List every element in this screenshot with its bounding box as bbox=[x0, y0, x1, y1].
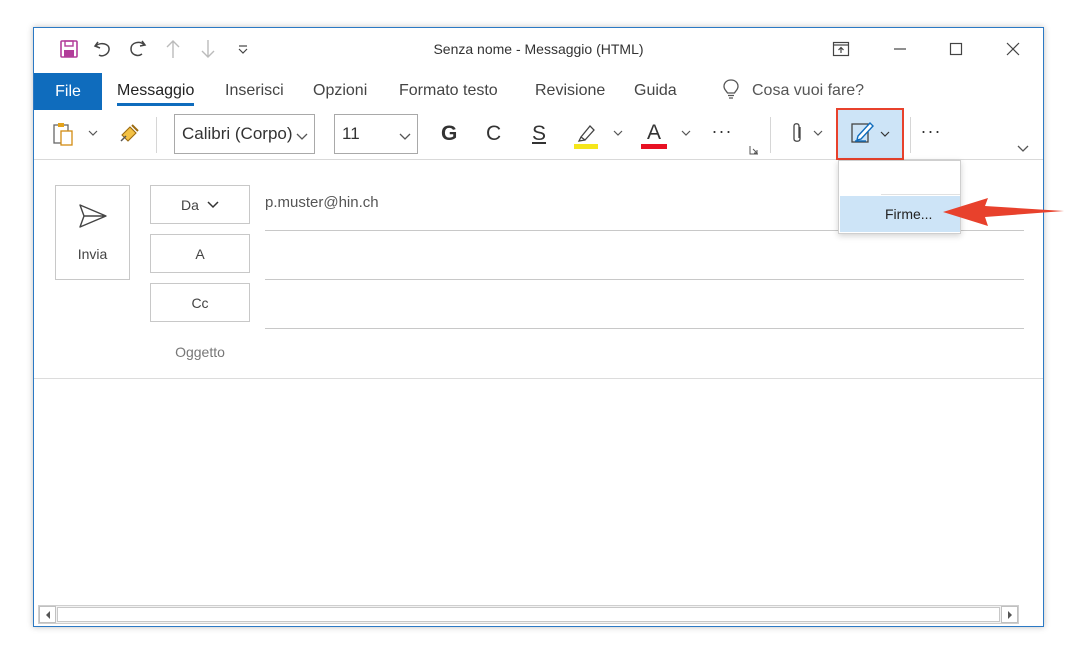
paste-dropdown-chevron-icon[interactable] bbox=[86, 126, 100, 140]
horizontal-scrollbar[interactable] bbox=[38, 605, 1019, 624]
ribbon-tabs: File Messaggio Inserisci Opzioni Formato… bbox=[34, 70, 1043, 110]
font-color-chevron-icon[interactable] bbox=[680, 127, 692, 139]
paste-icon[interactable] bbox=[51, 120, 77, 148]
minimize-icon[interactable] bbox=[880, 36, 920, 62]
tell-me-search[interactable]: Cosa vuoi fare? bbox=[722, 78, 864, 104]
signature-button[interactable] bbox=[836, 108, 904, 160]
chevron-down-icon bbox=[399, 127, 411, 147]
send-button[interactable]: Invia bbox=[55, 185, 130, 280]
highlight-icon[interactable] bbox=[572, 120, 600, 150]
dialog-launcher-icon[interactable] bbox=[748, 144, 760, 156]
tab-formato-testo[interactable]: Formato testo bbox=[399, 82, 498, 100]
tab-inserisci[interactable]: Inserisci bbox=[225, 82, 284, 100]
chevron-down-icon bbox=[207, 197, 219, 213]
chevron-down-icon bbox=[296, 127, 308, 147]
menu-item-signatures-label: Firme... bbox=[885, 206, 933, 222]
bold-button[interactable]: G bbox=[441, 122, 457, 146]
ribbon-separator bbox=[770, 117, 771, 153]
tab-messaggio[interactable]: Messaggio bbox=[117, 82, 195, 106]
format-painter-icon[interactable] bbox=[117, 120, 143, 146]
tab-file[interactable]: File bbox=[34, 73, 102, 110]
tab-revisione[interactable]: Revisione bbox=[535, 82, 605, 100]
tab-opzioni[interactable]: Opzioni bbox=[313, 82, 367, 100]
font-name-select[interactable]: Calibri (Corpo) bbox=[174, 114, 315, 154]
scroll-left-icon[interactable] bbox=[39, 606, 56, 623]
italic-button[interactable]: C bbox=[486, 122, 501, 146]
cc-label: Cc bbox=[191, 294, 209, 311]
lightbulb-icon bbox=[722, 78, 740, 105]
highlight-chevron-icon[interactable] bbox=[612, 127, 624, 139]
annotation-arrow-icon bbox=[943, 198, 1064, 226]
to-field[interactable] bbox=[265, 231, 1024, 280]
attach-file-icon[interactable] bbox=[786, 120, 808, 148]
maximize-icon[interactable] bbox=[936, 36, 976, 62]
underline-button[interactable]: S bbox=[532, 122, 546, 146]
cc-button[interactable]: Cc bbox=[150, 283, 250, 322]
from-label: Da bbox=[181, 196, 199, 213]
up-arrow-icon[interactable] bbox=[160, 37, 186, 61]
cc-field[interactable] bbox=[265, 280, 1024, 329]
send-icon bbox=[78, 203, 108, 232]
scroll-right-icon[interactable] bbox=[1001, 606, 1018, 623]
from-value: p.muster@hin.ch bbox=[265, 194, 379, 211]
close-icon[interactable] bbox=[993, 36, 1033, 62]
ribbon-separator bbox=[910, 117, 911, 153]
tab-guida[interactable]: Guida bbox=[634, 82, 677, 100]
outlook-message-window: Senza nome - Messaggio (HTML) File Messa… bbox=[33, 27, 1044, 627]
collapse-ribbon-icon[interactable] bbox=[1016, 142, 1030, 156]
font-color-letter: A bbox=[646, 120, 661, 144]
redo-icon[interactable] bbox=[125, 37, 151, 61]
signature-chevron-icon bbox=[880, 125, 890, 143]
signature-icon bbox=[850, 119, 876, 150]
customize-icon[interactable] bbox=[230, 37, 256, 61]
font-size-value: 11 bbox=[342, 124, 360, 143]
more-formatting-button[interactable]: ··· bbox=[706, 120, 738, 142]
font-size-select[interactable]: 11 bbox=[334, 114, 418, 154]
font-color-button[interactable]: A bbox=[640, 118, 668, 152]
to-button[interactable]: A bbox=[150, 234, 250, 273]
font-name-value: Calibri (Corpo) bbox=[182, 124, 293, 143]
undo-icon[interactable] bbox=[90, 37, 116, 61]
from-button[interactable]: Da bbox=[150, 185, 250, 224]
attach-chevron-icon[interactable] bbox=[812, 127, 824, 139]
message-body[interactable] bbox=[34, 379, 1043, 605]
tell-me-label: Cosa vuoi fare? bbox=[752, 82, 865, 99]
title-bar: Senza nome - Messaggio (HTML) bbox=[34, 28, 1043, 70]
ribbon-display-icon[interactable] bbox=[821, 36, 861, 62]
font-color-bar bbox=[641, 143, 667, 149]
down-arrow-icon[interactable] bbox=[195, 37, 221, 61]
more-commands-button[interactable]: ··· bbox=[914, 120, 948, 142]
ribbon-toolbar: Calibri (Corpo) 11 G C S A ··· ··· bbox=[34, 108, 1043, 160]
ribbon-separator bbox=[156, 117, 157, 153]
subject-label: Oggetto bbox=[175, 344, 225, 360]
to-label: A bbox=[195, 245, 205, 262]
send-label: Invia bbox=[77, 246, 108, 262]
scrollbar-thumb[interactable] bbox=[57, 607, 1000, 622]
save-icon[interactable] bbox=[56, 37, 82, 61]
